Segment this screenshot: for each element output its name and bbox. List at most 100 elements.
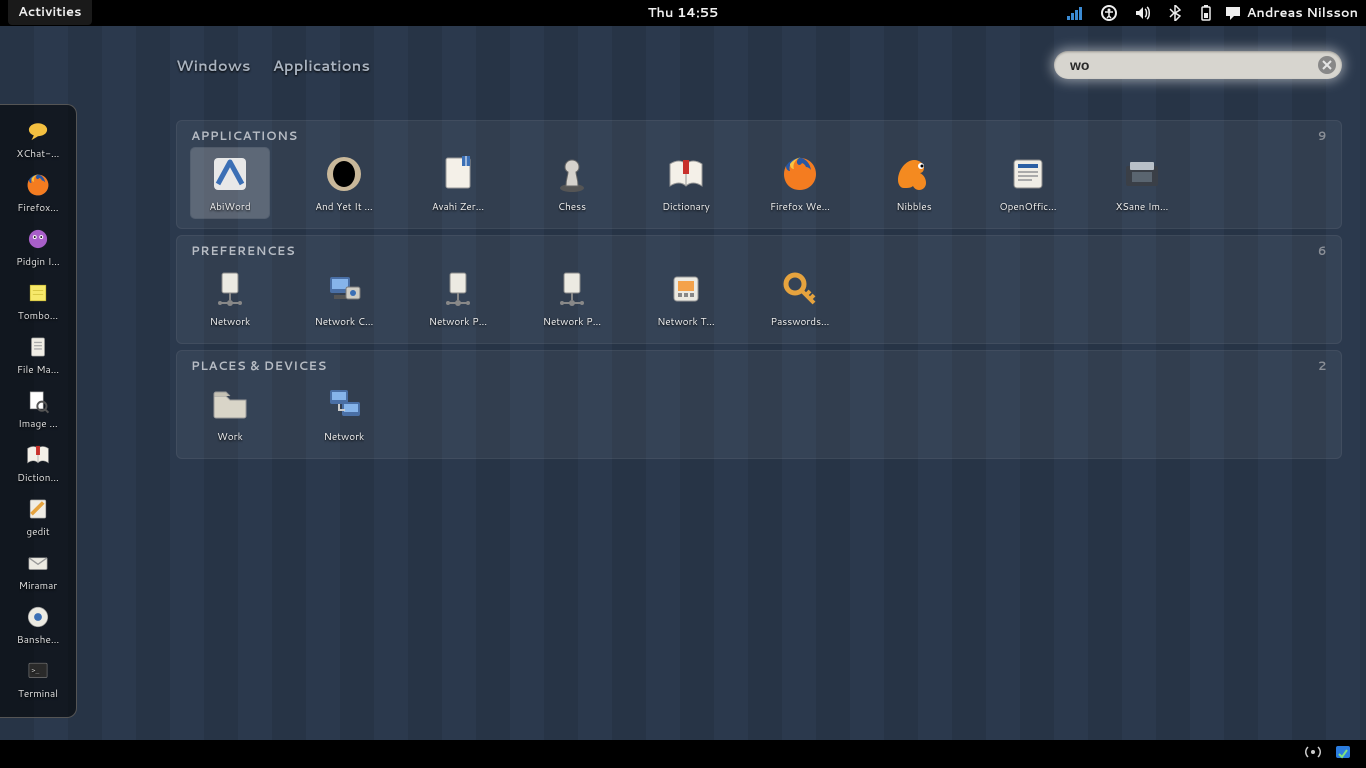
book-icon <box>24 441 52 469</box>
dash-item-label: XChat-… <box>17 147 60 161</box>
status-icons <box>1067 5 1213 21</box>
dash-item[interactable]: >_ Terminal <box>0 653 76 707</box>
terminal-icon: >_ <box>24 657 52 685</box>
section-applications-count: 9 <box>1318 127 1327 144</box>
tray-sync-icon[interactable] <box>1334 743 1352 766</box>
avahi-icon <box>436 152 480 196</box>
section-places-count: 2 <box>1318 357 1327 374</box>
section-places-title: PLACES & DEVICES <box>191 357 327 374</box>
dash-item-label: Tombo… <box>18 309 58 323</box>
app-label: Network C… <box>315 315 374 329</box>
user-menu[interactable]: Andreas Nilsson <box>1225 4 1358 22</box>
section-preferences-count: 6 <box>1318 242 1327 259</box>
user-status-icon <box>1225 6 1241 20</box>
network-signal-icon[interactable] <box>1067 6 1083 20</box>
user-name-label: Andreas Nilsson <box>1247 4 1358 22</box>
battery-icon[interactable] <box>1199 5 1213 21</box>
chat-icon <box>24 117 52 145</box>
app-launcher[interactable]: Network <box>191 263 269 333</box>
section-preferences-title: PREFERENCES <box>191 242 295 259</box>
app-label: And Yet It … <box>315 200 373 214</box>
dictionary-icon <box>664 152 708 196</box>
app-launcher[interactable]: Dictionary <box>647 148 725 218</box>
dash-item[interactable]: gedit <box>0 491 76 545</box>
activities-button[interactable]: Activities <box>8 0 92 25</box>
nibbles-icon <box>892 152 936 196</box>
network-conn-icon <box>322 267 366 311</box>
network-icon <box>208 267 252 311</box>
app-label: Nibbles <box>896 200 931 214</box>
app-label: Firefox We… <box>770 200 830 214</box>
app-label: Network <box>210 315 251 329</box>
svg-text:>_: >_ <box>32 666 40 674</box>
app-launcher[interactable]: Avahi Zer… <box>419 148 497 218</box>
search-clear-icon[interactable] <box>1318 56 1336 74</box>
app-label: Network T… <box>657 315 715 329</box>
ooo-icon <box>1006 152 1050 196</box>
app-label: Dictionary <box>662 200 710 214</box>
app-launcher[interactable]: Network P… <box>419 263 497 333</box>
app-label: XSane Im… <box>1116 200 1169 214</box>
tab-windows[interactable]: Windows <box>176 55 251 76</box>
app-label: Network P… <box>429 315 487 329</box>
volume-icon[interactable] <box>1135 6 1151 20</box>
note-icon <box>24 279 52 307</box>
dash-item[interactable]: Tombo… <box>0 275 76 329</box>
app-launcher[interactable]: Nibbles <box>875 148 953 218</box>
app-launcher[interactable]: Network <box>305 378 383 448</box>
app-launcher[interactable]: AbiWord <box>191 148 269 218</box>
app-launcher[interactable]: Network P… <box>533 263 611 333</box>
firefox-icon <box>24 171 52 199</box>
app-label: Network <box>324 430 365 444</box>
app-launcher[interactable]: XSane Im… <box>1103 148 1181 218</box>
app-label: Chess <box>558 200 586 214</box>
app-label: Passwords… <box>771 315 830 329</box>
app-label: OpenOffic… <box>999 200 1056 214</box>
app-launcher[interactable]: Firefox We… <box>761 148 839 218</box>
app-label: Avahi Zer… <box>432 200 484 214</box>
dash-item[interactable]: Pidgin I… <box>0 221 76 275</box>
app-launcher[interactable]: Network T… <box>647 263 725 333</box>
dash-item[interactable]: Miramar <box>0 545 76 599</box>
accessibility-icon[interactable] <box>1101 5 1117 21</box>
search-results: APPLICATIONS 9 AbiWord And Yet It … Avahi … <box>176 120 1342 459</box>
chess-icon <box>550 152 594 196</box>
dash-item[interactable]: Firefox… <box>0 167 76 221</box>
search-field[interactable] <box>1054 51 1342 79</box>
dash-item-label: File Ma… <box>17 363 59 377</box>
tab-applications[interactable]: Applications <box>273 55 370 76</box>
app-launcher[interactable]: Chess <box>533 148 611 218</box>
banshee-icon <box>24 603 52 631</box>
app-launcher[interactable]: And Yet It … <box>305 148 383 218</box>
gedit-icon <box>24 495 52 523</box>
app-launcher[interactable]: Work <box>191 378 269 448</box>
dash-item-label: Miramar <box>19 579 58 593</box>
app-launcher[interactable]: OpenOffic… <box>989 148 1067 218</box>
network-place-icon <box>322 382 366 426</box>
dash-item[interactable]: Image … <box>0 383 76 437</box>
bluetooth-icon[interactable] <box>1169 5 1181 21</box>
app-label: Network P… <box>543 315 601 329</box>
section-preferences: PREFERENCES 6 Network Network C… Network P… <box>176 235 1342 344</box>
dash-item[interactable]: File Ma… <box>0 329 76 383</box>
dash-item[interactable]: Banshe… <box>0 599 76 653</box>
overview-header: Windows Applications <box>176 48 1342 82</box>
app-launcher[interactable]: Passwords… <box>761 263 839 333</box>
dash: XChat-… Firefox…Pidgin I… Tombo… File Ma… Im… <box>0 104 77 718</box>
app-label: Work <box>217 430 243 444</box>
app-label: AbiWord <box>209 200 250 214</box>
dash-item[interactable]: Diction… <box>0 437 76 491</box>
clock[interactable]: Thu 14:55 <box>648 4 719 22</box>
search-input[interactable] <box>1068 56 1318 74</box>
tray-network-icon[interactable] <box>1304 743 1322 766</box>
dash-item-label: Image … <box>18 417 58 431</box>
folder-icon <box>208 382 252 426</box>
dash-item-label: Diction… <box>17 471 59 485</box>
section-applications-title: APPLICATIONS <box>191 127 298 144</box>
app-launcher[interactable]: Network C… <box>305 263 383 333</box>
dash-item[interactable]: XChat-… <box>0 113 76 167</box>
section-applications: APPLICATIONS 9 AbiWord And Yet It … Avahi … <box>176 120 1342 229</box>
abiword-icon <box>208 152 252 196</box>
dash-item-label: Terminal <box>18 687 58 701</box>
dash-item-label: Banshe… <box>17 633 59 647</box>
